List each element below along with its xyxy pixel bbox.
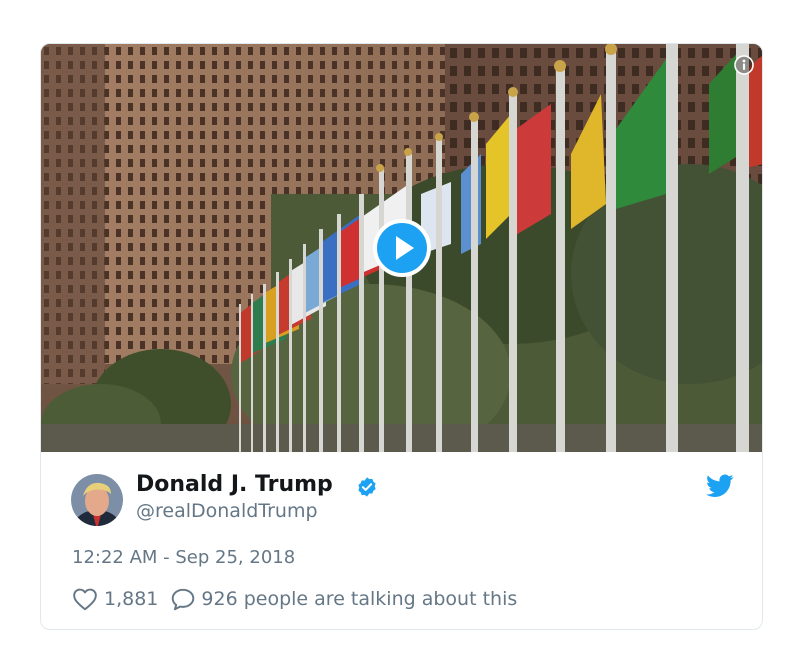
author-name[interactable]: Donald J. Trump	[136, 472, 333, 497]
video-thumbnail[interactable]	[41, 44, 762, 452]
twitter-bird-icon[interactable]	[706, 474, 734, 498]
tweet-actions: 1,881 926 people are talking about this	[72, 585, 517, 613]
conversation-text: 926 people are talking about this	[201, 588, 518, 610]
like-count: 1,881	[104, 588, 159, 610]
author-handle[interactable]: @realDonaldTrump	[136, 500, 318, 522]
avatar[interactable]	[71, 474, 123, 526]
tweet-embed-card: Donald J. Trump @realDonaldTrump 12:22 A…	[40, 43, 763, 630]
tweet-timestamp[interactable]: 12:22 AM - Sep 25, 2018	[72, 547, 295, 568]
info-icon[interactable]	[734, 55, 754, 75]
like-button[interactable]: 1,881	[72, 587, 170, 611]
verified-badge-icon	[356, 476, 378, 498]
speech-bubble-icon	[172, 588, 195, 611]
play-button[interactable]	[373, 219, 431, 277]
heart-icon	[73, 588, 97, 611]
play-icon	[373, 219, 431, 277]
conversation-link[interactable]: 926 people are talking about this	[170, 587, 517, 611]
